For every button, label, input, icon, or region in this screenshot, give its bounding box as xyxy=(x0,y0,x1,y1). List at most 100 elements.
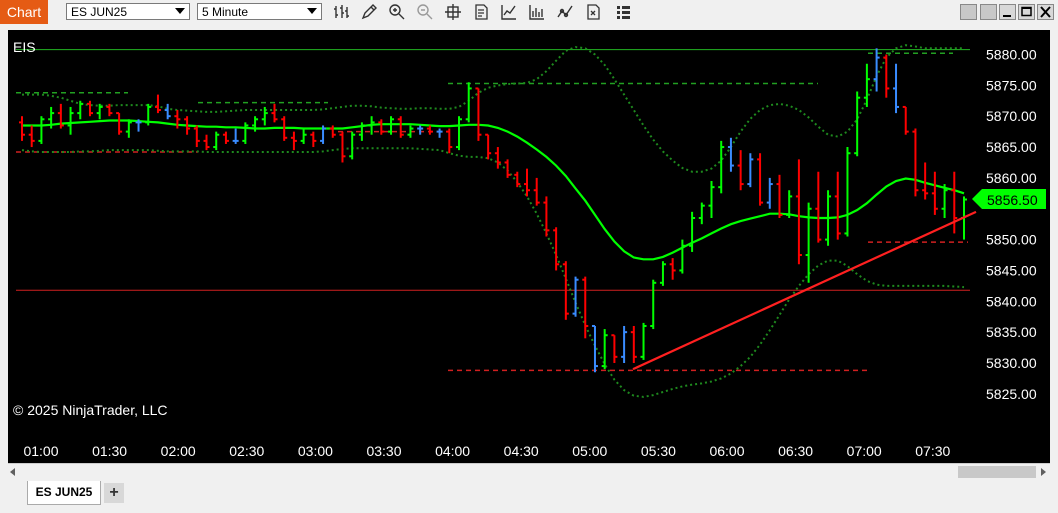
x-axis-tick-label: 07:30 xyxy=(915,443,950,459)
price-bar xyxy=(931,171,938,215)
properties-icon[interactable] xyxy=(556,3,574,21)
price-bar xyxy=(912,128,919,197)
price-bar xyxy=(28,125,35,148)
x-axis-tick-label: 07:00 xyxy=(847,443,882,459)
x-axis-tick-label: 04:00 xyxy=(435,443,470,459)
interval-selector[interactable]: 5 Minute xyxy=(197,3,322,20)
price-bar xyxy=(630,325,637,363)
tab-es-jun25[interactable]: ES JUN25 xyxy=(27,481,101,505)
x-axis-tick-label: 04:30 xyxy=(504,443,539,459)
more-options-icon[interactable] xyxy=(614,3,632,21)
price-bar xyxy=(436,128,443,138)
price-bar xyxy=(689,211,696,252)
y-axis-tick-label: 5830.00 xyxy=(986,355,1037,371)
window-sticky-icon[interactable] xyxy=(960,4,977,20)
price-bar xyxy=(902,105,909,135)
price-bar xyxy=(805,202,812,283)
chart-label: EIS xyxy=(13,39,36,55)
price-bar xyxy=(834,171,841,240)
scroll-left-icon[interactable] xyxy=(10,468,15,476)
maximize-icon[interactable] xyxy=(1018,4,1035,20)
x-axis-tick-label: 06:30 xyxy=(778,443,813,459)
price-bar xyxy=(611,334,618,363)
price-bar xyxy=(19,116,25,141)
moving-average-line xyxy=(22,119,965,261)
chart-toolbar: Chart ES JUN25 5 Minute xyxy=(0,0,1058,24)
price-bar xyxy=(514,171,521,188)
indicators-icon[interactable] xyxy=(500,3,518,21)
bar-type-icon[interactable] xyxy=(332,3,350,21)
zoom-in-icon[interactable] xyxy=(388,3,406,21)
price-bar xyxy=(844,147,851,237)
price-bar xyxy=(572,276,579,317)
price-bar xyxy=(621,325,628,363)
price-bar xyxy=(310,131,317,148)
price-bar xyxy=(815,171,822,243)
price-bar xyxy=(378,119,385,135)
x-axis-tick-label: 06:00 xyxy=(709,443,744,459)
current-price-value: 5856.50 xyxy=(987,192,1038,208)
price-bar xyxy=(640,322,647,360)
price-bar xyxy=(154,94,161,114)
price-bar xyxy=(465,82,472,123)
x-axis-tick-label: 05:00 xyxy=(572,443,607,459)
y-axis-tick-label: 5860.00 xyxy=(986,170,1037,186)
price-bar xyxy=(863,63,870,107)
horizontal-scrollbar[interactable] xyxy=(8,463,1050,480)
instrument-selector[interactable]: ES JUN25 xyxy=(66,3,190,20)
price-bar xyxy=(232,128,239,144)
scroll-thumb[interactable] xyxy=(958,466,1036,478)
price-bar xyxy=(951,171,958,234)
data-box-icon[interactable] xyxy=(472,3,490,21)
price-bar xyxy=(679,239,686,274)
app-title[interactable]: Chart xyxy=(0,0,48,24)
price-bar xyxy=(747,153,754,188)
price-bar xyxy=(757,153,764,206)
crosshair-icon[interactable] xyxy=(444,3,462,21)
price-bar xyxy=(475,87,482,141)
price-bar xyxy=(698,202,705,225)
minimize-icon[interactable] xyxy=(999,4,1016,20)
price-bar xyxy=(77,100,84,120)
price-chart[interactable]: 5880.00 5875.00 5870.00 5865.00 5860.00 5850.… xyxy=(8,30,1050,463)
close-icon[interactable] xyxy=(1037,4,1054,20)
price-bar xyxy=(116,112,123,135)
price-bar xyxy=(766,177,773,209)
tab-bar: ES JUN25 + xyxy=(0,481,1058,513)
x-axis-tick-label: 05:30 xyxy=(641,443,676,459)
price-bar xyxy=(533,177,540,206)
price-bar xyxy=(795,159,802,265)
price-bar xyxy=(329,125,336,138)
strategies-icon[interactable] xyxy=(528,3,546,21)
draw-tool-icon[interactable] xyxy=(360,3,378,21)
window-link-icon[interactable] xyxy=(980,4,997,20)
price-bar xyxy=(922,162,929,200)
y-axis-tick-label: 5880.00 xyxy=(986,47,1037,63)
x-axis-tick-label: 01:00 xyxy=(23,443,58,459)
price-bar xyxy=(417,125,424,135)
templates-icon[interactable] xyxy=(584,3,602,21)
current-price-tag: 5856.50 xyxy=(972,189,1046,209)
x-axis-tick-label: 02:30 xyxy=(229,443,264,459)
price-bar xyxy=(193,125,200,148)
chevron-down-icon xyxy=(307,8,317,14)
chart-panel[interactable]: 5880.00 5875.00 5870.00 5865.00 5860.00 5850.… xyxy=(8,30,1050,463)
x-axis-tick-label: 03:30 xyxy=(366,443,401,459)
x-axis-tick-label: 03:00 xyxy=(298,443,333,459)
price-bar xyxy=(553,227,560,271)
chevron-down-icon xyxy=(175,8,185,14)
price-bar xyxy=(86,100,93,117)
price-bar xyxy=(203,134,210,151)
price-bar xyxy=(669,258,676,280)
price-bar xyxy=(38,116,45,144)
scroll-right-icon[interactable] xyxy=(1041,468,1046,476)
y-axis-tick-label: 5840.00 xyxy=(986,293,1037,309)
price-bar xyxy=(339,131,346,163)
price-bar xyxy=(893,63,900,114)
zoom-out-icon[interactable] xyxy=(416,3,434,21)
y-axis-tick-label: 5845.00 xyxy=(986,262,1037,278)
price-bar xyxy=(708,180,715,219)
lower-band-line xyxy=(21,147,965,398)
add-tab-button[interactable]: + xyxy=(104,483,124,503)
price-bar xyxy=(601,329,608,370)
